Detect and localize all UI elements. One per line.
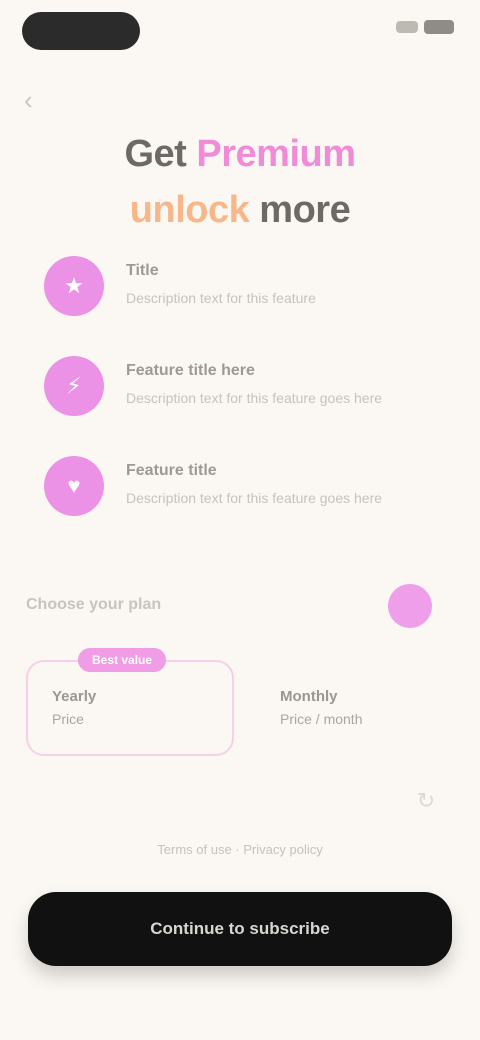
bolt-icon: ⚡: [44, 356, 104, 416]
headline-word-pink: Premium: [186, 133, 356, 175]
headline-word-dark: Get: [124, 133, 187, 175]
terms-links[interactable]: Terms of use · Privacy policy: [0, 842, 480, 857]
headline: Get Premium unlock more: [0, 126, 480, 238]
feature-description: Description text for this feature: [126, 290, 316, 306]
plan-card-yearly[interactable]: Best value Yearly Price: [26, 648, 234, 756]
plan-options: Best value Yearly Price Monthly Price / …: [26, 648, 454, 756]
signal-icon: [396, 21, 418, 33]
headline-word-orange: unlock: [129, 189, 260, 231]
feature-title: Feature title here: [126, 362, 255, 379]
feature-list: ★ Title Description text for this featur…: [44, 256, 444, 556]
feature-text: Title Description text for this feature: [126, 256, 426, 308]
feature-item: ⚡ Feature title here Description text fo…: [44, 356, 444, 456]
heart-icon: ♥: [44, 456, 104, 516]
feature-description: Description text for this feature goes h…: [126, 490, 383, 506]
back-chevron-icon[interactable]: ‹: [24, 86, 52, 114]
feature-item: ♥ Feature title Description text for thi…: [44, 456, 444, 556]
plans-section-label: Choose your plan: [26, 596, 162, 613]
status-indicators: [396, 20, 454, 34]
feature-title: Feature title: [126, 462, 217, 479]
plan-name: Monthly: [280, 688, 338, 705]
status-time-pill: [22, 12, 140, 50]
feature-item: ★ Title Description text for this featur…: [44, 256, 444, 356]
status-bar: [0, 0, 480, 60]
feature-text: Feature title Description text for this …: [126, 456, 426, 508]
feature-description: Description text for this feature goes h…: [126, 390, 383, 406]
plan-toggle-button[interactable]: [388, 584, 432, 628]
battery-icon: [424, 20, 454, 34]
feature-title: Title: [126, 262, 159, 279]
paywall-screen: ‹ Get Premium unlock more ★ Title Descri…: [0, 0, 480, 1040]
plan-price: Price: [52, 711, 84, 727]
plan-card-monthly[interactable]: Monthly Price / month: [254, 660, 462, 756]
headline-word-dark-2: more: [259, 189, 351, 231]
plan-price: Price / month: [280, 711, 363, 727]
restore-icon[interactable]: ↻: [408, 788, 444, 816]
feature-text: Feature title here Description text for …: [126, 356, 426, 408]
star-icon: ★: [44, 256, 104, 316]
subscribe-button[interactable]: Continue to subscribe: [28, 892, 452, 966]
best-value-badge: Best value: [78, 648, 167, 672]
headline-line-2: unlock more: [0, 182, 480, 238]
plan-name: Yearly: [52, 688, 97, 705]
headline-line-1: Get Premium: [0, 126, 480, 182]
